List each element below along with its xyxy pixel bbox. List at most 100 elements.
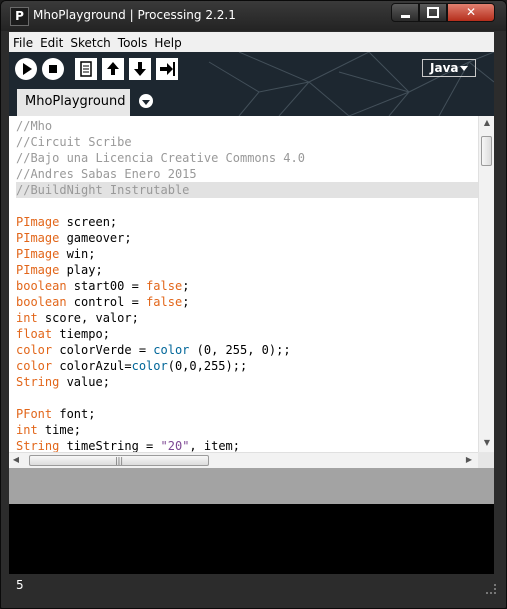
code-token: float <box>16 327 53 341</box>
code-token: color <box>131 359 168 373</box>
toolbar: Java MhoPlayground <box>9 52 494 116</box>
code-token: PImage <box>16 247 60 261</box>
code-token: start00 = <box>66 279 147 293</box>
code-token: PImage <box>16 263 60 277</box>
line-number: 5 <box>16 578 24 592</box>
code-token: (0,0,255);; <box>167 359 248 373</box>
tab-label: MhoPlayground <box>25 94 126 109</box>
mode-selector[interactable]: Java <box>422 59 476 77</box>
code-token: colorVerde = <box>52 343 154 357</box>
code-token: time; <box>37 423 82 437</box>
code-token: "20" <box>160 439 190 452</box>
code-line[interactable]: //BuildNight Instrutable <box>16 182 478 198</box>
code-token: win; <box>59 247 96 261</box>
code-token: PFont <box>16 407 53 421</box>
save-icon <box>134 62 146 76</box>
code-line[interactable]: int score, valor; <box>16 310 478 326</box>
menu-sketch[interactable]: Sketch <box>67 33 113 53</box>
code-token: , item; <box>189 439 240 452</box>
close-button[interactable]: ✕ <box>447 3 495 22</box>
close-icon: ✕ <box>465 5 477 19</box>
code-token: false <box>146 295 183 309</box>
menu-edit[interactable]: Edit <box>37 33 66 53</box>
code-token: String <box>16 375 60 389</box>
code-token: timeString = <box>59 439 161 452</box>
vertical-scrollbar[interactable]: ▲ ▼ <box>478 116 494 452</box>
resize-grip-icon[interactable] <box>486 584 496 594</box>
minimize-button[interactable] <box>391 3 419 22</box>
code-line[interactable] <box>16 390 478 406</box>
code-token: tiempo; <box>52 327 110 341</box>
tab-menu-button[interactable] <box>139 94 153 108</box>
horizontal-scroll-thumb[interactable]: ||| <box>29 455 209 466</box>
stop-button[interactable] <box>42 58 64 80</box>
code-area[interactable]: //Mho //Circuit Scribe //Bajo una Licencia… <box>16 118 478 452</box>
code-line[interactable]: PImage gameover; <box>16 230 478 246</box>
code-line[interactable]: PImage screen; <box>16 214 478 230</box>
code-line[interactable]: color colorAzul=color(0,0,255);; <box>16 358 478 374</box>
maximize-button[interactable] <box>419 3 447 22</box>
open-button[interactable] <box>102 58 124 80</box>
menu-help[interactable]: Help <box>151 33 184 53</box>
code-line[interactable]: PFont font; <box>16 406 478 422</box>
menu-file[interactable]: File <box>10 33 36 53</box>
tab-mhoplayground[interactable]: MhoPlayground <box>17 89 130 116</box>
code-line[interactable]: //Bajo una Licencia Creative Commons 4.0 <box>16 150 478 166</box>
code-line[interactable]: int time; <box>16 422 478 438</box>
code-token: int <box>16 423 38 437</box>
code-token: colorAzul= <box>52 359 132 373</box>
code-token: ; <box>182 279 190 293</box>
export-icon <box>160 62 175 76</box>
scroll-left-icon[interactable]: ◀ <box>11 455 21 465</box>
scroll-up-icon[interactable]: ▲ <box>479 118 495 128</box>
code-line[interactable]: boolean control = false; <box>16 294 478 310</box>
code-token: play; <box>59 263 103 277</box>
code-token: //Andres Sabas Enero 2015 <box>16 167 197 181</box>
chevron-down-icon <box>142 100 150 105</box>
code-token: score, valor; <box>37 311 139 325</box>
code-token: //Circuit Scribe <box>16 135 132 149</box>
vertical-scroll-thumb[interactable] <box>481 136 492 166</box>
code-line[interactable]: PImage win; <box>16 246 478 262</box>
code-token: PImage <box>16 215 60 229</box>
code-token: color <box>153 343 190 357</box>
stop-icon <box>49 65 57 73</box>
message-area <box>9 468 494 504</box>
code-line[interactable]: boolean start00 = false; <box>16 278 478 294</box>
code-token: ; <box>182 295 190 309</box>
code-token: //BuildNight Instrutable <box>16 183 190 197</box>
editor-gutter <box>9 116 13 452</box>
new-button[interactable] <box>75 58 97 80</box>
code-token: false <box>146 279 183 293</box>
code-token: gameover; <box>59 231 132 245</box>
code-line[interactable]: //Andres Sabas Enero 2015 <box>16 166 478 182</box>
run-button[interactable] <box>15 58 37 80</box>
scrollbar-corner <box>478 452 494 468</box>
menu-bar: File Edit Sketch Tools Help <box>9 32 494 53</box>
scroll-down-icon[interactable]: ▼ <box>479 438 495 448</box>
console[interactable] <box>9 504 494 574</box>
processing-app-icon: P <box>10 7 29 26</box>
code-line[interactable]: float tiempo; <box>16 326 478 342</box>
title-bar[interactable]: P MhoPlayground | Processing 2.2.1 ✕ <box>1 1 506 31</box>
run-icon <box>23 63 32 75</box>
code-token: font; <box>52 407 96 421</box>
code-line[interactable]: PImage play; <box>16 262 478 278</box>
menu-tools[interactable]: Tools <box>115 33 151 53</box>
code-line[interactable]: //Mho <box>16 118 478 134</box>
code-token: control = <box>66 295 147 309</box>
code-token: value; <box>59 375 110 389</box>
code-line[interactable]: String value; <box>16 374 478 390</box>
code-line[interactable]: color colorVerde = color (0, 255, 0);; <box>16 342 478 358</box>
processing-window: P MhoPlayground | Processing 2.2.1 ✕ Fil… <box>0 0 507 609</box>
save-button[interactable] <box>129 58 151 80</box>
code-line[interactable] <box>16 198 478 214</box>
horizontal-scrollbar[interactable]: ◀ ||| ▶ <box>9 452 478 468</box>
code-line[interactable]: String timeString = "20", item; <box>16 438 478 452</box>
new-icon <box>80 61 92 77</box>
open-icon <box>107 62 119 75</box>
scroll-right-icon[interactable]: ▶ <box>464 455 474 465</box>
code-line[interactable]: //Circuit Scribe <box>16 134 478 150</box>
code-editor[interactable]: //Mho //Circuit Scribe //Bajo una Licencia… <box>9 116 494 468</box>
export-button[interactable] <box>156 58 178 80</box>
